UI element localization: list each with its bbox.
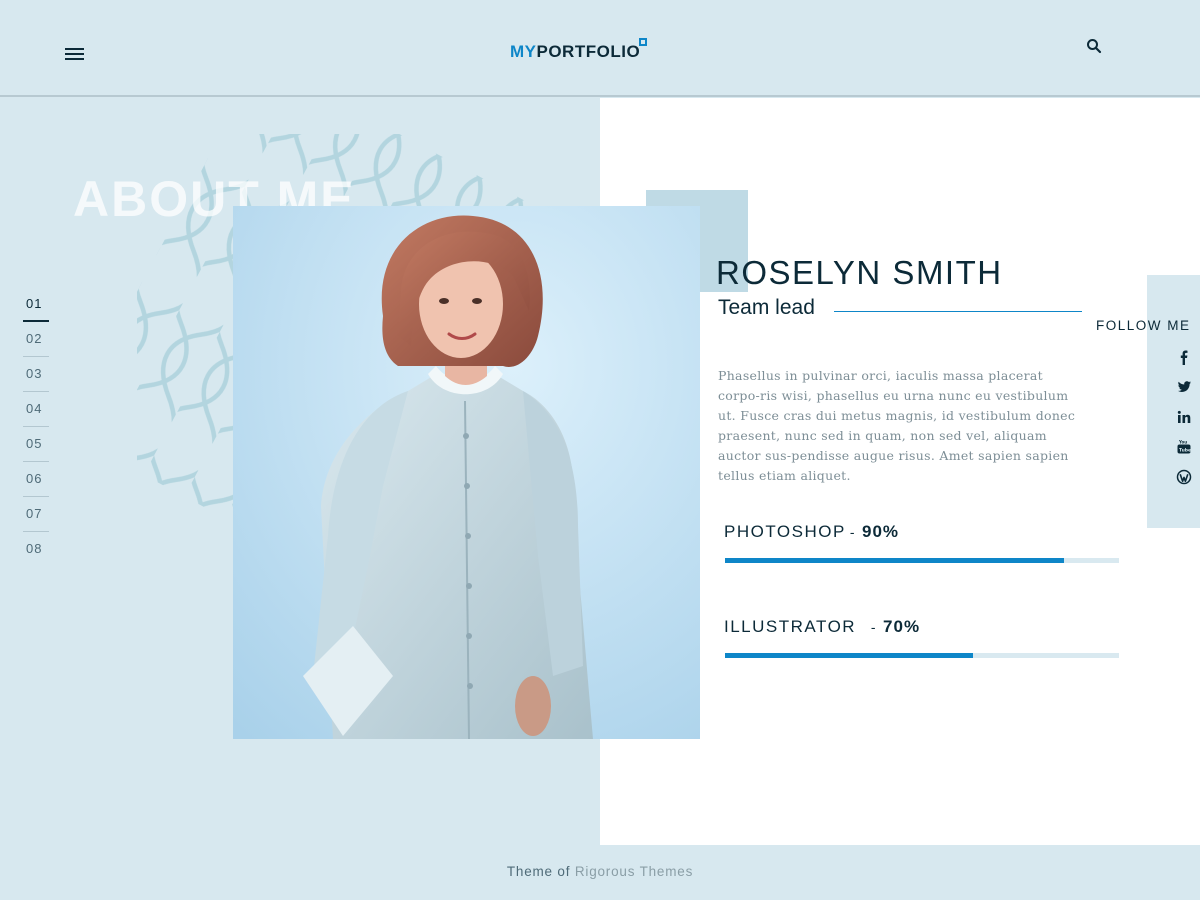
svg-text:Tube: Tube [1179,447,1191,453]
skill-percent: 70% [883,617,921,636]
hamburger-icon[interactable] [65,47,84,61]
youtube-icon[interactable]: You Tube [1176,439,1192,455]
nav-number-08[interactable]: 08 [23,532,49,567]
profile-photo [233,206,700,739]
site-footer: Theme of Rigorous Themes [0,864,1200,879]
skill-name: ILLUSTRATOR [724,617,857,636]
footer-theme-link[interactable]: Rigorous Themes [575,864,693,879]
twitter-icon[interactable] [1176,379,1192,395]
skill-bar-illustrator [725,653,1119,658]
site-header: MYPORTFOLIO [0,0,1200,97]
logo-suffix: PORTFOLIO [536,42,641,61]
skill-percent: 90% [862,522,900,541]
skill-label-photoshop: PHOTOSHOP -90% [724,522,900,541]
section-number-nav: 01 02 03 04 05 06 07 08 [23,287,49,567]
site-logo[interactable]: MYPORTFOLIO [510,42,640,62]
wordpress-icon[interactable] [1176,469,1192,485]
nav-number-03[interactable]: 03 [23,357,49,392]
logo-square-mark [639,38,647,46]
logo-prefix: MY [510,42,537,61]
profile-name: ROSELYN SMITH [716,254,1003,291]
follow-panel [1147,275,1200,528]
footer-prefix: Theme of [506,864,571,879]
nav-number-05[interactable]: 05 [23,427,49,462]
skill-name: PHOTOSHOP [724,522,846,541]
skill-fill [725,653,974,658]
search-icon[interactable] [1086,38,1102,54]
portfolio-page: MYPORTFOLIO ABOUT ME 01 02 03 04 05 06 0… [0,0,1200,900]
nav-number-04[interactable]: 04 [23,392,49,427]
facebook-icon[interactable] [1176,349,1192,365]
follow-label: FOLLOW ME [1096,318,1191,333]
linkedin-icon[interactable] [1176,409,1192,425]
svg-text:You: You [1178,440,1187,445]
skill-bar-photoshop [725,558,1119,563]
nav-number-06[interactable]: 06 [23,462,49,497]
nav-number-02[interactable]: 02 [23,322,49,357]
skill-fill [725,558,1064,563]
nav-number-07[interactable]: 07 [23,497,49,532]
profile-role: Team lead [718,296,815,319]
skill-label-illustrator: ILLUSTRATOR -70% [724,617,921,636]
role-divider [834,311,1082,312]
profile-bio: Phasellus in pulvinar orci, iaculis mass… [718,368,1076,483]
nav-number-01[interactable]: 01 [23,287,49,322]
